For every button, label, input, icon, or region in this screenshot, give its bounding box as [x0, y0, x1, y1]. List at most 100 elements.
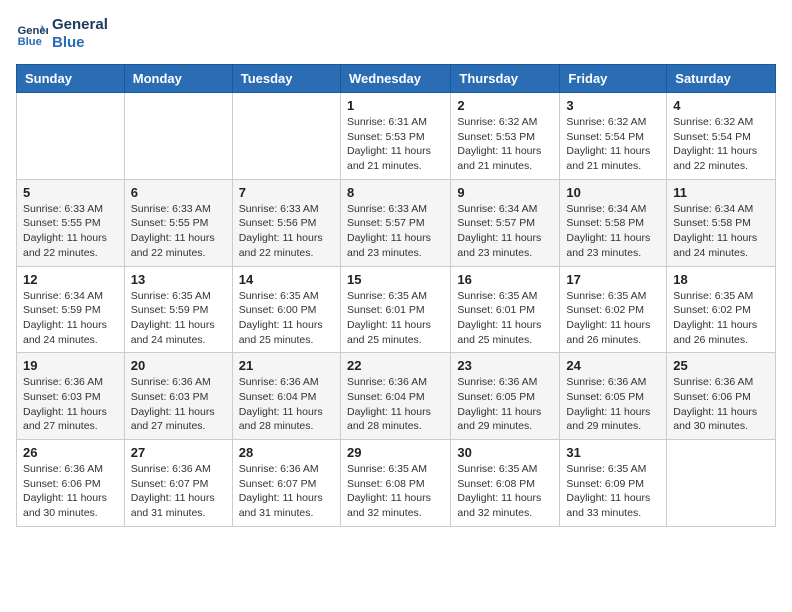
- day-number: 31: [566, 445, 660, 460]
- calendar-cell: 31 Sunrise: 6:35 AM Sunset: 6:09 PM Dayli…: [560, 440, 667, 527]
- day-number: 4: [673, 98, 769, 113]
- day-info: Sunrise: 6:34 AM Sunset: 5:58 PM Dayligh…: [566, 202, 660, 261]
- calendar-cell: 24 Sunrise: 6:36 AM Sunset: 6:05 PM Dayli…: [560, 353, 667, 440]
- calendar-cell: 19 Sunrise: 6:36 AM Sunset: 6:03 PM Dayli…: [17, 353, 125, 440]
- day-number: 20: [131, 358, 226, 373]
- day-number: 26: [23, 445, 118, 460]
- logo-icon: General Blue: [16, 18, 48, 50]
- day-info: Sunrise: 6:36 AM Sunset: 6:05 PM Dayligh…: [566, 375, 660, 434]
- svg-text:Blue: Blue: [18, 36, 42, 48]
- day-number: 27: [131, 445, 226, 460]
- calendar-cell: 28 Sunrise: 6:36 AM Sunset: 6:07 PM Dayli…: [232, 440, 340, 527]
- calendar-week-row: 1 Sunrise: 6:31 AM Sunset: 5:53 PM Daylig…: [17, 93, 776, 180]
- calendar-week-row: 12 Sunrise: 6:34 AM Sunset: 5:59 PM Dayli…: [17, 266, 776, 353]
- calendar-cell: 13Sunrise: 6:35 AM Sunset: 5:59 PM Dayli…: [124, 266, 232, 353]
- col-header-tuesday: Tuesday: [232, 65, 340, 93]
- day-info: Sunrise: 6:34 AM Sunset: 5:59 PM Dayligh…: [23, 289, 118, 348]
- calendar-cell: 9Sunrise: 6:34 AM Sunset: 5:57 PM Daylig…: [451, 179, 560, 266]
- calendar-cell: 16 Sunrise: 6:35 AM Sunset: 6:01 PM Dayli…: [451, 266, 560, 353]
- day-number: 21: [239, 358, 334, 373]
- day-info: Sunrise: 6:33 AM Sunset: 5:55 PM Dayligh…: [131, 202, 226, 261]
- calendar-cell: [232, 93, 340, 180]
- day-info: Sunrise: 6:36 AM Sunset: 6:07 PM Dayligh…: [239, 462, 334, 521]
- day-info: Sunrise: 6:33 AM Sunset: 5:55 PM Dayligh…: [23, 202, 118, 261]
- calendar-cell: 4 Sunrise: 6:32 AM Sunset: 5:54 PM Daylig…: [667, 93, 776, 180]
- calendar-cell: 12 Sunrise: 6:34 AM Sunset: 5:59 PM Dayli…: [17, 266, 125, 353]
- day-number: 25: [673, 358, 769, 373]
- calendar-cell: 27 Sunrise: 6:36 AM Sunset: 6:07 PM Dayli…: [124, 440, 232, 527]
- day-number: 2: [457, 98, 553, 113]
- day-number: 3: [566, 98, 660, 113]
- day-number: 10: [566, 185, 660, 200]
- col-header-thursday: Thursday: [451, 65, 560, 93]
- day-number: 5: [23, 185, 118, 200]
- day-info: Sunrise: 6:35 AM Sunset: 6:08 PM Dayligh…: [347, 462, 444, 521]
- page-header: General Blue General Blue: [16, 16, 776, 52]
- day-info: Sunrise: 6:33 AM Sunset: 5:57 PM Dayligh…: [347, 202, 444, 261]
- col-header-monday: Monday: [124, 65, 232, 93]
- day-info: Sunrise: 6:31 AM Sunset: 5:53 PM Dayligh…: [347, 115, 444, 174]
- day-number: 7: [239, 185, 334, 200]
- calendar-cell: 2 Sunrise: 6:32 AM Sunset: 5:53 PM Daylig…: [451, 93, 560, 180]
- calendar-cell: 30Sunrise: 6:35 AM Sunset: 6:08 PM Dayli…: [451, 440, 560, 527]
- day-info: Sunrise: 6:33 AM Sunset: 5:56 PM Dayligh…: [239, 202, 334, 261]
- col-header-sunday: Sunday: [17, 65, 125, 93]
- calendar-cell: 26 Sunrise: 6:36 AM Sunset: 6:06 PM Dayli…: [17, 440, 125, 527]
- calendar-cell: 22Sunrise: 6:36 AM Sunset: 6:04 PM Dayli…: [340, 353, 450, 440]
- calendar-cell: 7 Sunrise: 6:33 AM Sunset: 5:56 PM Daylig…: [232, 179, 340, 266]
- day-info: Sunrise: 6:35 AM Sunset: 6:02 PM Dayligh…: [673, 289, 769, 348]
- day-info: Sunrise: 6:35 AM Sunset: 6:01 PM Dayligh…: [347, 289, 444, 348]
- calendar-cell: 5 Sunrise: 6:33 AM Sunset: 5:55 PM Daylig…: [17, 179, 125, 266]
- day-number: 14: [239, 272, 334, 287]
- calendar-cell: 18 Sunrise: 6:35 AM Sunset: 6:02 PM Dayli…: [667, 266, 776, 353]
- col-header-saturday: Saturday: [667, 65, 776, 93]
- day-number: 28: [239, 445, 334, 460]
- calendar-week-row: 26 Sunrise: 6:36 AM Sunset: 6:06 PM Dayli…: [17, 440, 776, 527]
- day-number: 19: [23, 358, 118, 373]
- day-info: Sunrise: 6:36 AM Sunset: 6:06 PM Dayligh…: [673, 375, 769, 434]
- calendar-cell: 11Sunrise: 6:34 AM Sunset: 5:58 PM Dayli…: [667, 179, 776, 266]
- day-info: Sunrise: 6:36 AM Sunset: 6:03 PM Dayligh…: [23, 375, 118, 434]
- calendar-cell: 20Sunrise: 6:36 AM Sunset: 6:03 PM Dayli…: [124, 353, 232, 440]
- day-number: 12: [23, 272, 118, 287]
- calendar-header-row: SundayMondayTuesdayWednesdayThursdayFrid…: [17, 65, 776, 93]
- day-info: Sunrise: 6:36 AM Sunset: 6:04 PM Dayligh…: [347, 375, 444, 434]
- day-info: Sunrise: 6:35 AM Sunset: 6:02 PM Dayligh…: [566, 289, 660, 348]
- day-number: 8: [347, 185, 444, 200]
- day-info: Sunrise: 6:36 AM Sunset: 6:07 PM Dayligh…: [131, 462, 226, 521]
- calendar-table: SundayMondayTuesdayWednesdayThursdayFrid…: [16, 64, 776, 527]
- calendar-cell: [17, 93, 125, 180]
- day-info: Sunrise: 6:35 AM Sunset: 6:00 PM Dayligh…: [239, 289, 334, 348]
- svg-text:General: General: [18, 25, 48, 37]
- calendar-cell: 1 Sunrise: 6:31 AM Sunset: 5:53 PM Daylig…: [340, 93, 450, 180]
- day-number: 17: [566, 272, 660, 287]
- day-info: Sunrise: 6:32 AM Sunset: 5:54 PM Dayligh…: [566, 115, 660, 174]
- calendar-cell: 21 Sunrise: 6:36 AM Sunset: 6:04 PM Dayli…: [232, 353, 340, 440]
- calendar-cell: 3 Sunrise: 6:32 AM Sunset: 5:54 PM Daylig…: [560, 93, 667, 180]
- calendar-cell: 6 Sunrise: 6:33 AM Sunset: 5:55 PM Daylig…: [124, 179, 232, 266]
- logo: General Blue General Blue: [16, 16, 108, 52]
- day-info: Sunrise: 6:35 AM Sunset: 6:01 PM Dayligh…: [457, 289, 553, 348]
- logo-blue: Blue: [52, 34, 108, 52]
- day-number: 24: [566, 358, 660, 373]
- calendar-week-row: 5 Sunrise: 6:33 AM Sunset: 5:55 PM Daylig…: [17, 179, 776, 266]
- calendar-cell: [124, 93, 232, 180]
- day-number: 29: [347, 445, 444, 460]
- day-number: 1: [347, 98, 444, 113]
- day-number: 18: [673, 272, 769, 287]
- day-info: Sunrise: 6:35 AM Sunset: 6:09 PM Dayligh…: [566, 462, 660, 521]
- col-header-friday: Friday: [560, 65, 667, 93]
- day-info: Sunrise: 6:36 AM Sunset: 6:05 PM Dayligh…: [457, 375, 553, 434]
- day-info: Sunrise: 6:36 AM Sunset: 6:06 PM Dayligh…: [23, 462, 118, 521]
- day-info: Sunrise: 6:35 AM Sunset: 6:08 PM Dayligh…: [457, 462, 553, 521]
- day-number: 23: [457, 358, 553, 373]
- calendar-cell: 8 Sunrise: 6:33 AM Sunset: 5:57 PM Daylig…: [340, 179, 450, 266]
- day-info: Sunrise: 6:36 AM Sunset: 6:04 PM Dayligh…: [239, 375, 334, 434]
- day-number: 13: [131, 272, 226, 287]
- day-number: 16: [457, 272, 553, 287]
- day-info: Sunrise: 6:32 AM Sunset: 5:54 PM Dayligh…: [673, 115, 769, 174]
- day-info: Sunrise: 6:32 AM Sunset: 5:53 PM Dayligh…: [457, 115, 553, 174]
- day-info: Sunrise: 6:34 AM Sunset: 5:58 PM Dayligh…: [673, 202, 769, 261]
- day-number: 6: [131, 185, 226, 200]
- day-number: 9: [457, 185, 553, 200]
